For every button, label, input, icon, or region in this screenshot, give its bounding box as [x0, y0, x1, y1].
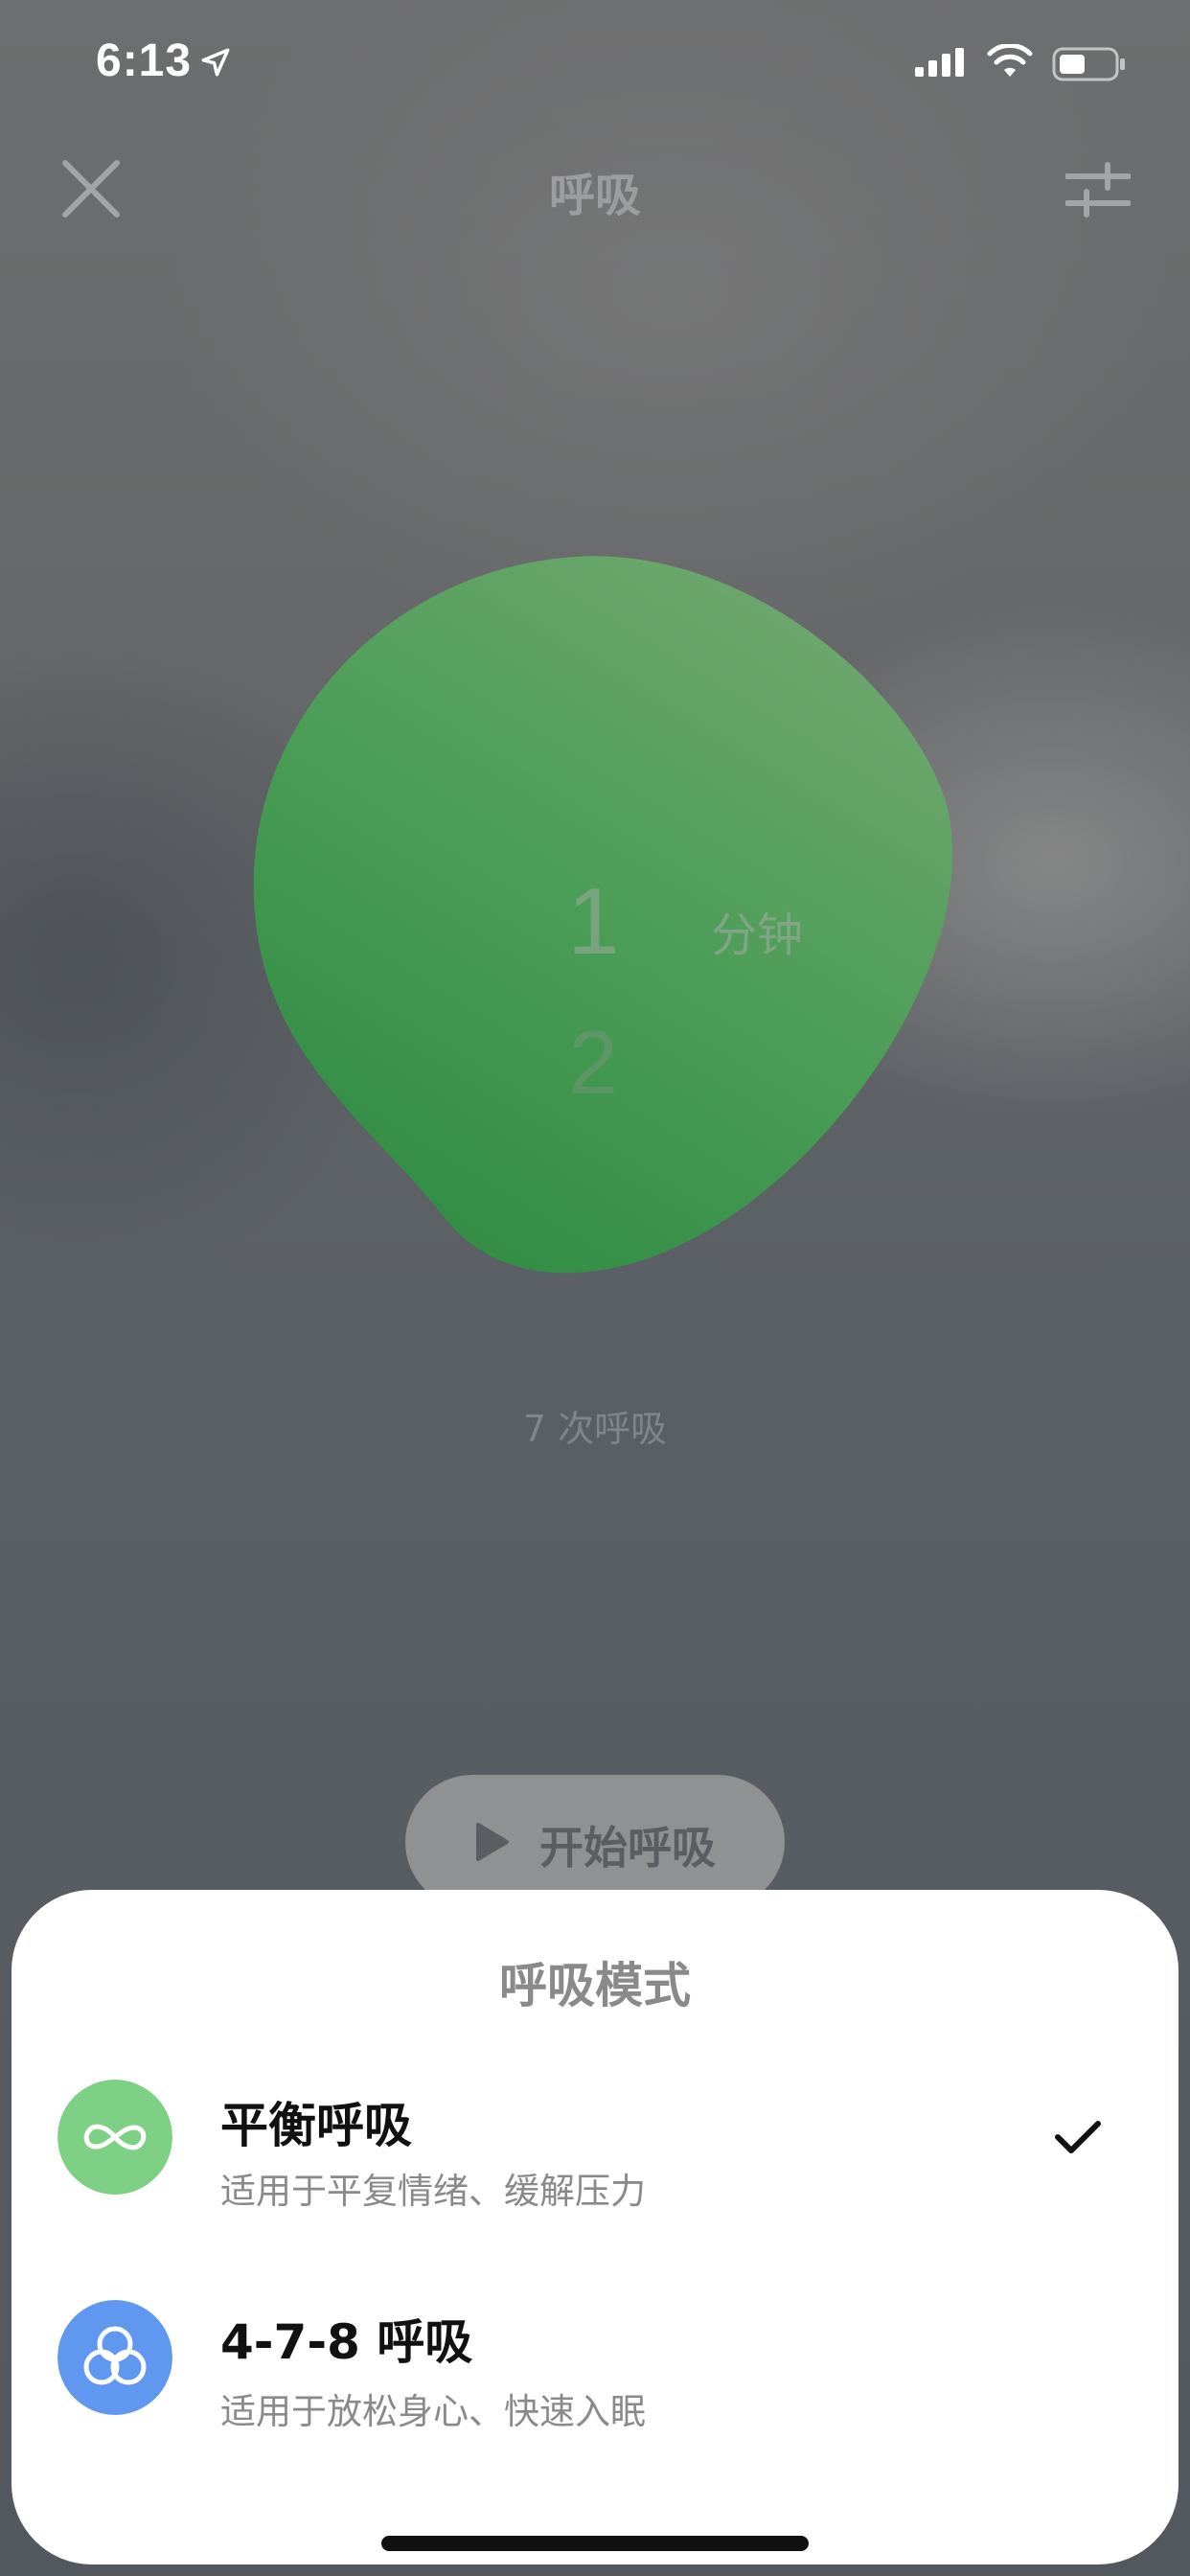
mode-description: 适用于放松身心、快速入眠 [220, 2391, 646, 2432]
checkmark-icon [1055, 2121, 1101, 2153]
battery-icon [1052, 47, 1125, 81]
sliders-icon[interactable] [1065, 161, 1131, 218]
minute-option-selected[interactable]: 1 [567, 867, 620, 976]
mode-name: 平衡呼吸 [220, 2098, 412, 2153]
rings-icon [57, 2300, 172, 2415]
status-time: 6:13 [96, 35, 193, 86]
minute-unit-label: 分钟 [711, 908, 804, 962]
sheet-title: 呼吸模式 [499, 1958, 691, 2013]
play-icon [476, 1823, 509, 1861]
page-title: 呼吸 [548, 169, 641, 222]
minute-option[interactable]: 2 [567, 1011, 619, 1115]
mode-name: 4-7-8 呼吸 [220, 2314, 473, 2370]
start-breathing-button[interactable]: 开始呼吸 [405, 1775, 785, 1909]
start-breathing-label: 开始呼吸 [539, 1822, 716, 1874]
infinity-icon [57, 2080, 172, 2195]
location-arrow-icon [201, 48, 230, 77]
status-bar: 6:13 [0, 0, 1190, 125]
home-indicator [381, 2536, 809, 2551]
breath-count-label: 7 次呼吸 [522, 1408, 668, 1450]
mode-description: 适用于平复情绪、缓解压力 [220, 2171, 646, 2212]
mode-item-4-7-8[interactable]: 4-7-8 呼吸 适用于放松身心、快速入眠 [11, 2300, 1179, 2492]
breathing-mode-sheet: 呼吸模式 平衡呼吸 适用于平复情绪、缓解压力 4-7-8 呼吸 适用于放松身心、… [11, 1890, 1179, 2564]
signal-icon [915, 48, 964, 77]
wifi-icon [987, 44, 1033, 77]
mode-item-balanced[interactable]: 平衡呼吸 适用于平复情绪、缓解压力 [11, 2080, 1179, 2271]
